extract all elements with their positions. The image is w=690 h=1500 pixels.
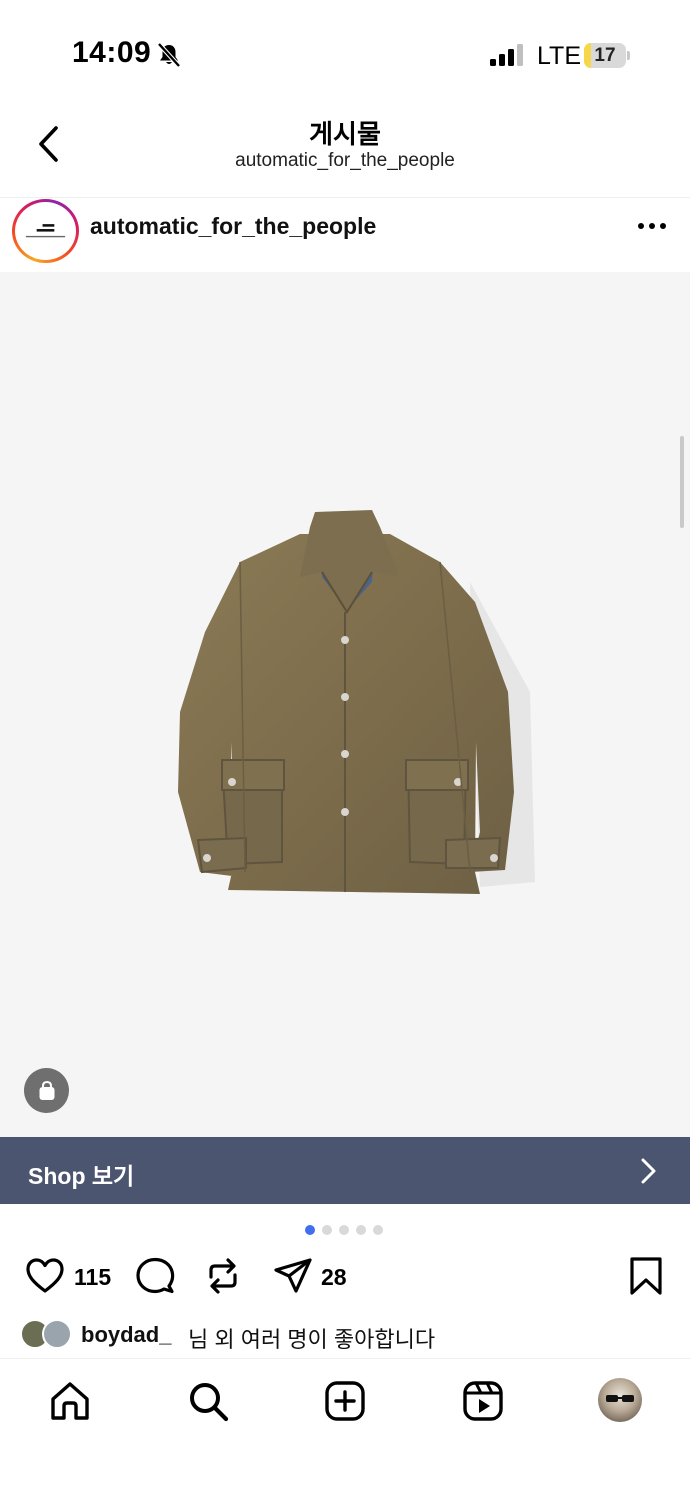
network-label: LTE [537,42,581,70]
page-subtitle: automatic_for_the_people [235,150,455,171]
shopping-bag-icon[interactable] [24,1068,69,1113]
carousel-dot-active [305,1225,315,1235]
carousel-dot [322,1225,332,1235]
brand-logo-icon [25,224,66,238]
battery-level: 17 [594,45,616,66]
post-media[interactable] [0,272,690,1137]
liker-avatar [42,1319,72,1349]
heart-icon[interactable] [24,1255,66,1297]
signal-icon [490,44,523,66]
post-username[interactable]: automatic_for_the_people [90,213,376,240]
account-avatar[interactable] [12,199,79,263]
post-page-header: 게시물 automatic_for_the_people [0,100,690,198]
status-bar: 14:09 LTE 17 [0,0,690,100]
home-icon[interactable] [48,1379,92,1423]
post-header: automatic_for_the_people [0,199,690,271]
send-icon[interactable] [272,1255,314,1297]
comment-icon[interactable] [134,1255,176,1297]
page-title: 게시물 [309,119,381,149]
carousel-dot [356,1225,366,1235]
likes-text: 님 외 여러 명이 좋아합니다 [188,1327,436,1352]
battery-icon: 17 [584,43,630,68]
bottom-tab-bar [0,1358,690,1500]
bell-slash-icon [157,42,181,68]
liker-username[interactable]: boydad_ [81,1322,171,1348]
share-count[interactable]: 28 [321,1264,347,1291]
carousel-dot [339,1225,349,1235]
jacket-product-image [178,510,535,894]
carousel-dot [373,1225,383,1235]
search-icon[interactable] [186,1379,230,1423]
carousel-indicator [305,1225,383,1235]
bookmark-icon[interactable] [626,1255,666,1297]
repost-icon[interactable] [202,1255,244,1297]
post-actions: 115 28 [0,1255,690,1301]
shop-view-label[interactable]: Shop 보기 [28,1157,134,1191]
ellipsis-icon[interactable] [636,219,668,233]
scroll-indicator [680,436,684,528]
status-time: 14:09 [72,36,152,69]
chevron-right-icon [641,1158,656,1184]
like-count[interactable]: 115 [74,1264,111,1291]
profile-avatar[interactable] [598,1378,642,1422]
likes-summary[interactable]: boydad_ 님 외 여러 명이 좋아합니다 [20,1318,680,1352]
reels-icon[interactable] [461,1379,505,1423]
shop-bar[interactable]: Shop 보기 [0,1137,690,1204]
create-icon[interactable] [323,1379,367,1423]
